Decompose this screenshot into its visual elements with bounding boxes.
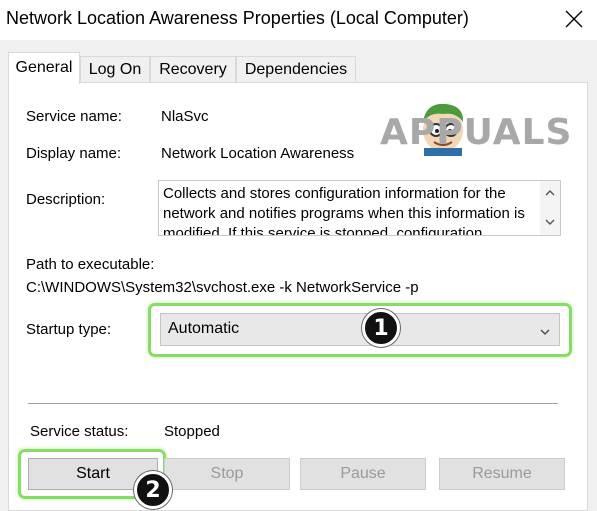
service-status-label: Service status:: [30, 423, 129, 440]
startup-type-value: Automatic: [168, 320, 240, 337]
description-label: Description:: [26, 191, 106, 208]
watermark-logo: APPUALS: [380, 98, 590, 158]
startup-type-select[interactable]: Automatic: [160, 313, 560, 346]
close-button[interactable]: [551, 0, 597, 38]
description-scrollbar[interactable]: [540, 181, 560, 235]
title-bar: Network Location Awareness Properties (L…: [0, 0, 597, 40]
path-value: C:\WINDOWS\System32\svchost.exe -k Netwo…: [26, 279, 419, 296]
scroll-down-icon[interactable]: [540, 213, 560, 231]
window-title: Network Location Awareness Properties (L…: [6, 8, 469, 28]
tab-log-on[interactable]: Log On: [80, 56, 150, 83]
service-status-value: Stopped: [164, 423, 220, 440]
tab-general[interactable]: General: [8, 52, 80, 84]
display-name-value: Network Location Awareness: [161, 145, 355, 162]
stop-button[interactable]: Stop: [164, 458, 290, 490]
description-text: Collects and stores configuration inform…: [163, 185, 525, 236]
path-label: Path to executable:: [26, 256, 155, 273]
scroll-up-icon[interactable]: [540, 183, 560, 201]
step-badge-2: 2: [134, 471, 172, 509]
service-name-value: NlaSvc: [161, 108, 209, 125]
watermark-text: APPUALS: [380, 112, 573, 153]
chevron-down-icon: [539, 323, 551, 341]
description-box[interactable]: Collects and stores configuration inform…: [158, 180, 561, 236]
resume-button[interactable]: Resume: [439, 458, 565, 490]
service-name-label: Service name:: [26, 108, 122, 125]
display-name-label: Display name:: [26, 145, 122, 162]
divider: [28, 403, 558, 404]
tab-dependencies[interactable]: Dependencies: [236, 56, 356, 83]
tab-recovery[interactable]: Recovery: [150, 56, 236, 83]
close-icon: [565, 10, 583, 28]
pause-button[interactable]: Pause: [300, 458, 426, 490]
startup-type-label: Startup type:: [26, 321, 112, 338]
step-badge-1: 1: [362, 309, 400, 347]
